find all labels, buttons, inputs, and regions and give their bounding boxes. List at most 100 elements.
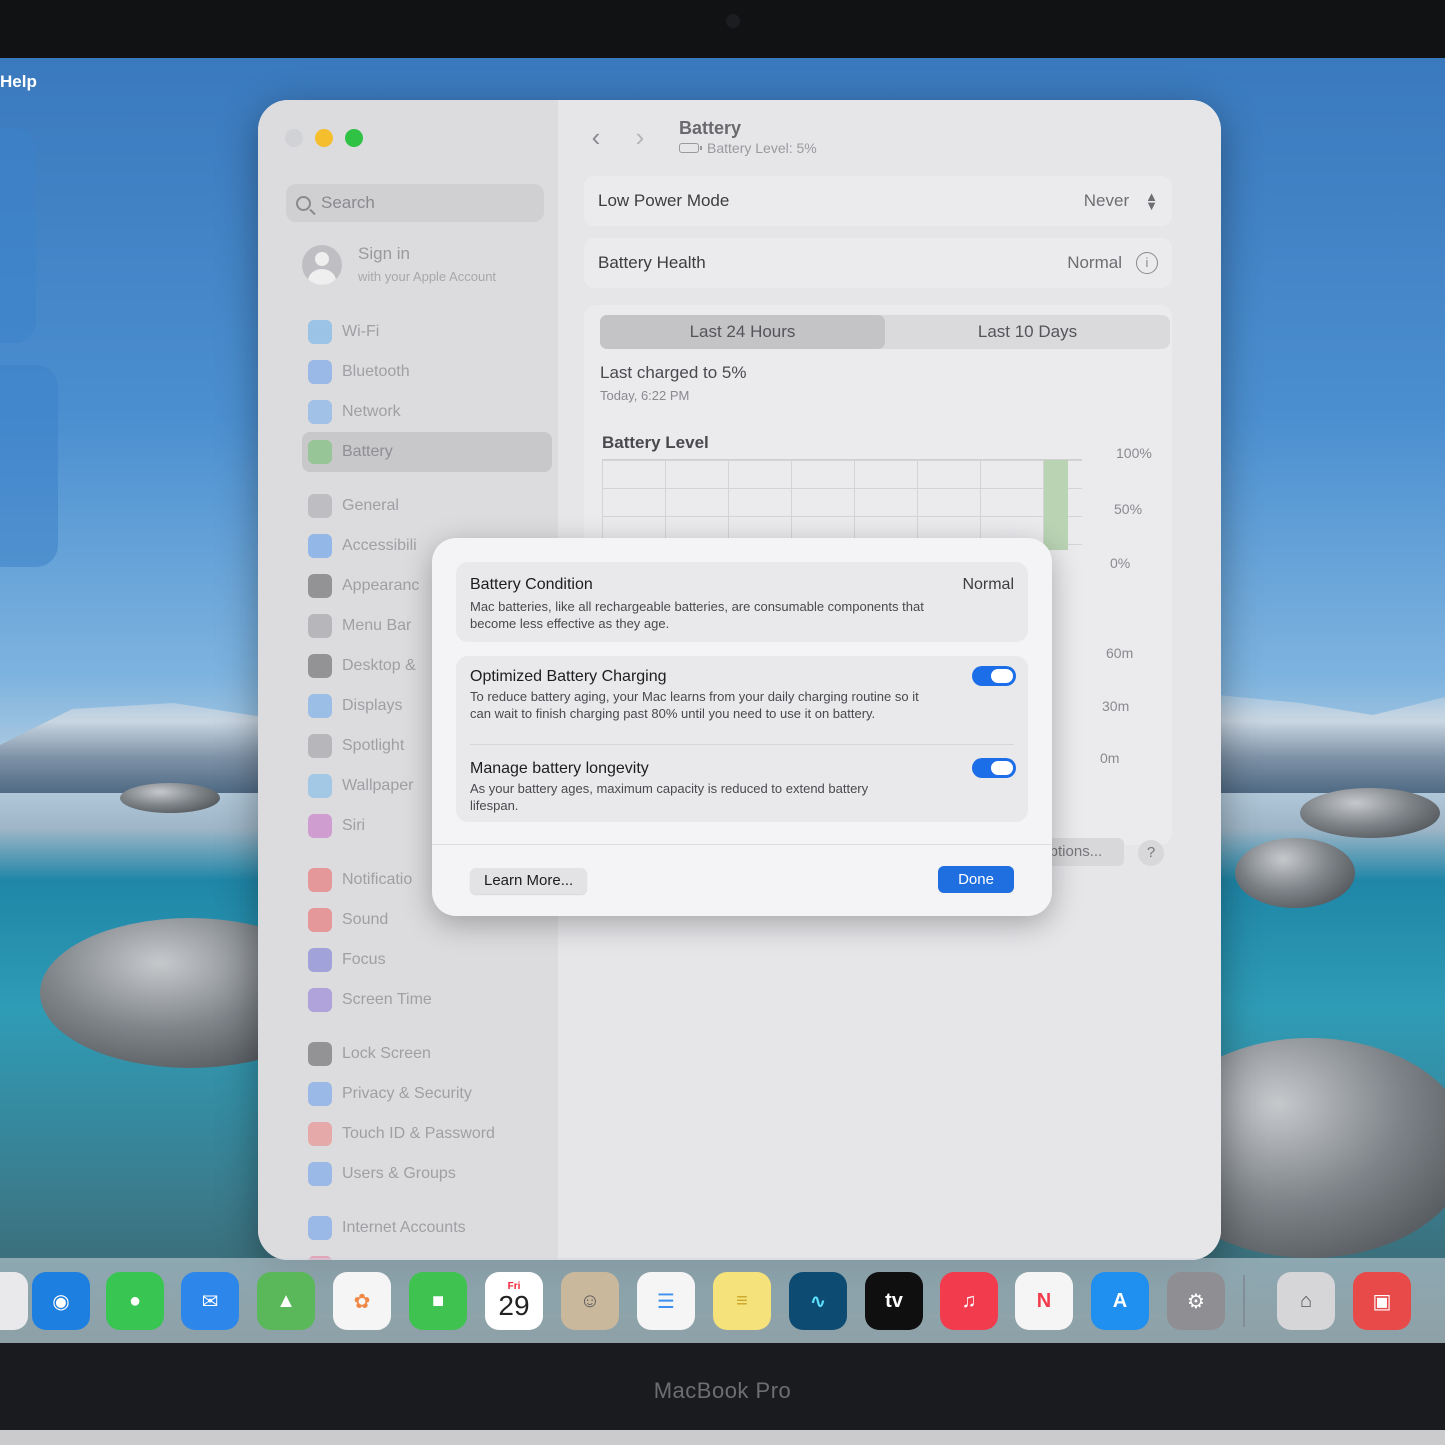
dock-divider [1243,1275,1245,1327]
battery-health-status: Normal i [1067,252,1158,274]
photos-icon[interactable]: ✿ [333,1272,391,1330]
calendar-day: 29 [498,1290,530,1321]
sidebar-item-network[interactable]: Network [302,392,552,432]
notificatio-icon [308,868,332,892]
menubar-help[interactable]: Help [0,72,37,92]
sidebar-item-lock-screen[interactable]: Lock Screen [302,1034,552,1074]
battery-condition-title: Battery Condition [470,576,593,593]
reminders-icon[interactable]: ☰ [637,1272,695,1330]
wallpaper-rock [1235,838,1355,908]
maps-icon[interactable]: ▲ [257,1272,315,1330]
wi-fi-icon [308,320,332,344]
sidebar-item-label: Appearanc [342,577,420,594]
screen-time-icon [308,988,332,1012]
window-close-button[interactable] [285,129,303,147]
battery-condition-description: Mac batteries, like all rechargeable bat… [470,599,924,631]
sidebar-item-wi-fi[interactable]: Wi-Fi [302,312,552,352]
battery-condition-group: Battery Condition Normal Mac batteries, … [456,562,1028,642]
accessibili-icon [308,534,332,558]
info-icon[interactable]: i [1136,252,1158,274]
sidebar-item-label: Users & Groups [342,1165,456,1182]
network-icon [308,400,332,424]
sound-icon [308,908,332,932]
battery-icon [308,440,332,464]
sidebar-item-label: Spotlight [342,737,405,754]
desktop-icon [308,654,332,678]
sidebar-item-label: Lock Screen [342,1045,431,1062]
tick-50: 50% [1114,501,1143,517]
sidebar-item-label: Sound [342,911,389,928]
help-button[interactable]: ? [1138,840,1164,866]
sign-in-subtitle: with your Apple Account [358,269,497,284]
sign-in-item[interactable]: Sign in with your Apple Account [302,242,552,292]
search-placeholder: Search [321,193,375,212]
back-button[interactable]: ‹ [576,120,616,156]
optimized-charging-description: To reduce battery aging, your Mac learns… [470,689,919,721]
tv-icon[interactable]: tv [865,1272,923,1330]
sidebar-item-label: Privacy & Security [342,1085,472,1102]
sidebar-item-label: Bluetooth [342,363,410,380]
battery-health-value: Normal [1067,253,1122,272]
wallpaper-rock [1300,788,1440,838]
battery-longevity-toggle[interactable] [972,758,1016,778]
window-zoom-button[interactable] [345,129,363,147]
desktop-widget[interactable] [0,365,58,567]
battery-level-chart-title: Battery Level [602,433,709,452]
calendar-icon[interactable]: Fri 29 [485,1272,543,1330]
notes-icon[interactable]: ≡ [713,1272,771,1330]
tick-0: 0% [1110,555,1131,571]
forward-button[interactable]: › [620,120,660,156]
battery-condition-status: Normal [962,576,1014,593]
wallpaper-rock [120,783,220,813]
screen-bezel-top [0,0,1445,60]
sidebar-item-screen-time[interactable]: Screen Time [302,980,552,1020]
tick-0m: 0m [1100,750,1120,766]
archive-icon[interactable]: ▣ [1353,1272,1411,1330]
sidebar-item-bluetooth[interactable]: Bluetooth [302,352,552,392]
siri-icon [308,814,332,838]
desktop-widget[interactable] [0,128,36,343]
news-icon[interactable]: N [1015,1272,1073,1330]
sidebar-item-label: Network [342,403,401,420]
app-store-icon[interactable]: A [1091,1272,1149,1330]
lock-screen-icon [308,1042,332,1066]
sidebar-item-general[interactable]: General [302,486,552,526]
last-charged-label: Last charged to 5% [600,363,747,382]
appearanc-icon [308,574,332,598]
freeform-icon[interactable]: ∿ [789,1272,847,1330]
finder-icon[interactable] [0,1272,28,1330]
sidebar-item-touch-id-password[interactable]: Touch ID & Password [302,1114,552,1154]
focus-icon [308,948,332,972]
music-icon[interactable]: ♫ [940,1272,998,1330]
learn-more-button[interactable]: Learn More... [470,868,588,894]
sidebar-item-internet-accounts[interactable]: Internet Accounts [302,1208,552,1248]
sidebar-item-label: Screen Time [342,991,432,1008]
tick-100: 100% [1116,445,1152,461]
sidebar-item-focus[interactable]: Focus [302,940,552,980]
touch-id-password-icon [308,1122,332,1146]
mail-icon[interactable]: ✉ [181,1272,239,1330]
search-field[interactable]: Search [286,184,544,222]
system-settings-icon[interactable]: ⚙ [1167,1272,1225,1330]
messages-icon[interactable]: ● [106,1272,164,1330]
window-minimize-button[interactable] [315,129,333,147]
low-power-mode-value: Never [1083,191,1130,210]
optimized-charging-toggle[interactable] [972,666,1016,686]
contacts-icon[interactable]: ☺ [561,1272,619,1330]
sidebar-item-label: Touch ID & Password [342,1125,495,1142]
facetime-icon[interactable]: ■ [409,1272,467,1330]
last-charged-time: Today, 6:22 PM [600,388,690,403]
utility-icon[interactable]: ⌂ [1277,1272,1335,1330]
safari-icon[interactable]: ◉ [32,1272,90,1330]
sidebar-item-battery[interactable]: Battery [302,432,552,472]
done-button[interactable]: Done [938,866,1014,893]
sidebar-item-privacy-security[interactable]: Privacy & Security [302,1074,552,1114]
sidebar-item-users-groups[interactable]: Users & Groups [302,1154,552,1194]
avatar-icon [302,245,342,285]
low-power-mode-popup[interactable]: Never ▲ ▼ [1083,190,1158,212]
tab-last-24-hours[interactable]: Last 24 Hours [600,315,885,349]
search-icon [296,195,311,211]
device-label: MacBook Pro [653,1378,792,1403]
wallpaper-icon [308,774,332,798]
tab-last-10-days[interactable]: Last 10 Days [885,315,1170,349]
